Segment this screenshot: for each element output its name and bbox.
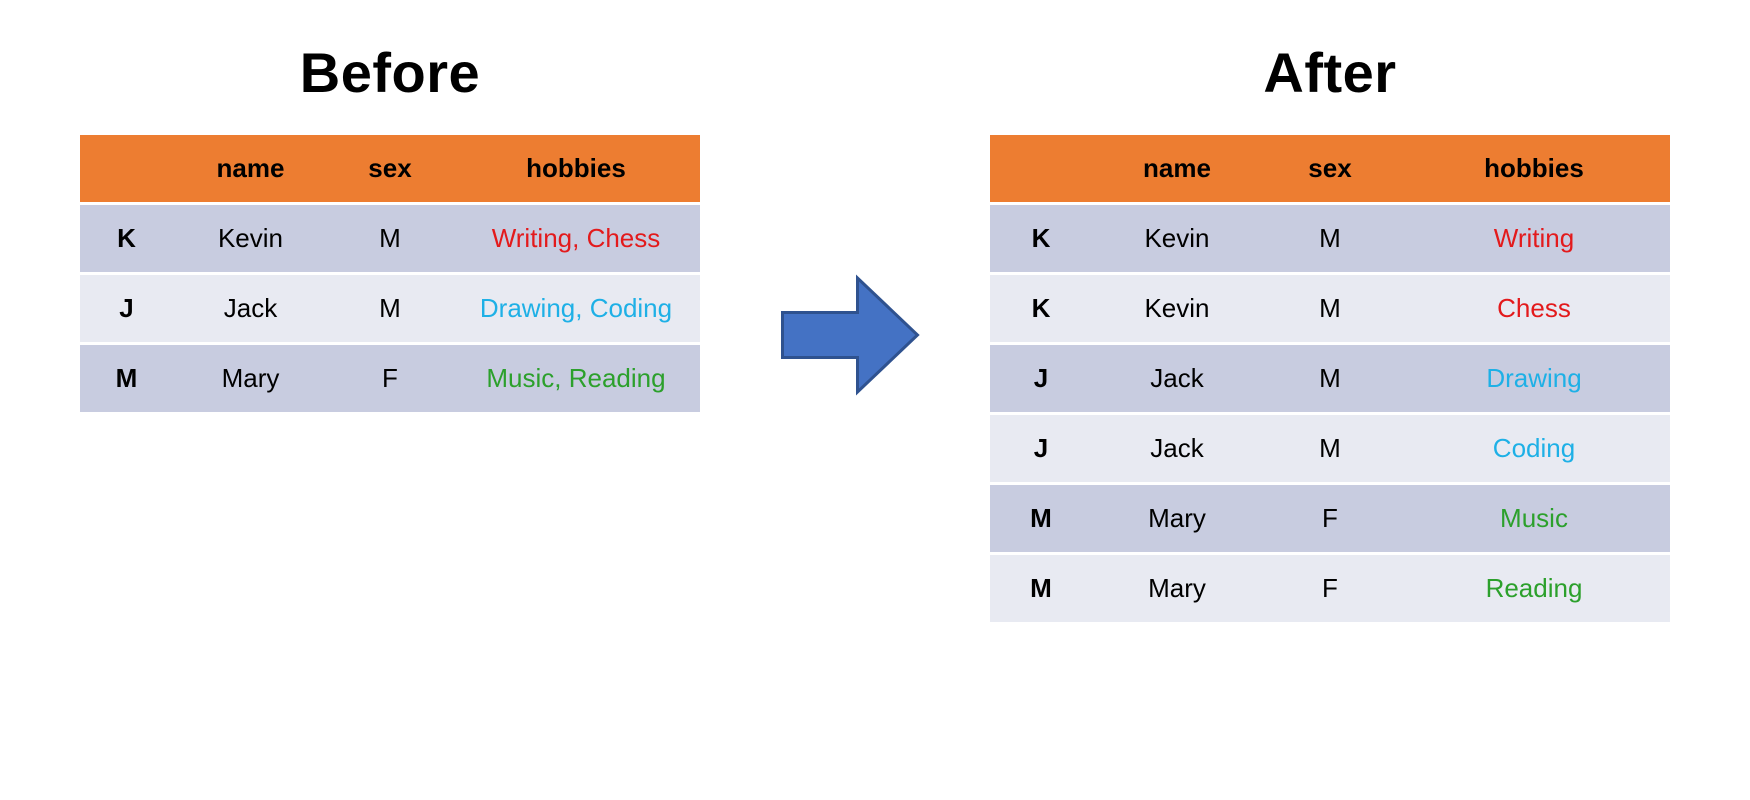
row-sex: M xyxy=(1262,204,1398,274)
row-index: K xyxy=(80,204,173,274)
row-name: Mary xyxy=(1092,554,1262,624)
row-index: K xyxy=(990,274,1092,344)
after-table: name sex hobbies KKevinMWritingKKevinMCh… xyxy=(990,135,1670,625)
row-hobbies: Music, Reading xyxy=(452,344,700,414)
col-sex: sex xyxy=(328,135,452,204)
row-name: Jack xyxy=(1092,414,1262,484)
row-hobbies: Writing, Chess xyxy=(452,204,700,274)
arrow-shape xyxy=(783,278,918,392)
row-sex: F xyxy=(1262,554,1398,624)
row-name: Kevin xyxy=(1092,204,1262,274)
row-index: K xyxy=(990,204,1092,274)
col-name: name xyxy=(173,135,328,204)
row-name: Mary xyxy=(173,344,328,414)
row-sex: F xyxy=(1262,484,1398,554)
row-hobbies: Drawing xyxy=(1398,344,1670,414)
row-hobbies: Music xyxy=(1398,484,1670,554)
row-name: Kevin xyxy=(1092,274,1262,344)
table-row: KKevinMWriting, Chess xyxy=(80,204,700,274)
table-row: MMaryFMusic xyxy=(990,484,1670,554)
row-index: J xyxy=(80,274,173,344)
before-table-head: name sex hobbies xyxy=(80,135,700,204)
row-index: J xyxy=(990,344,1092,414)
before-table: name sex hobbies KKevinMWriting, ChessJJ… xyxy=(80,135,700,415)
table-row: JJackMDrawing, Coding xyxy=(80,274,700,344)
row-sex: F xyxy=(328,344,452,414)
after-table-head: name sex hobbies xyxy=(990,135,1670,204)
row-hobbies: Chess xyxy=(1398,274,1670,344)
row-hobbies: Reading xyxy=(1398,554,1670,624)
before-title: Before xyxy=(80,40,700,105)
row-sex: M xyxy=(1262,274,1398,344)
before-pane: Before name sex hobbies KKevinMWriting, … xyxy=(80,40,700,415)
after-pane: After name sex hobbies KKevinMWritingKKe… xyxy=(990,40,1670,625)
table-row: JJackMCoding xyxy=(990,414,1670,484)
col-index xyxy=(990,135,1092,204)
row-index: M xyxy=(990,484,1092,554)
row-index: M xyxy=(80,344,173,414)
col-hobbies: hobbies xyxy=(1398,135,1670,204)
after-table-body: KKevinMWritingKKevinMChessJJackMDrawingJ… xyxy=(990,204,1670,624)
row-index: M xyxy=(990,554,1092,624)
col-index xyxy=(80,135,173,204)
col-name: name xyxy=(1092,135,1262,204)
row-sex: M xyxy=(1262,414,1398,484)
table-row: MMaryFReading xyxy=(990,554,1670,624)
row-sex: M xyxy=(328,274,452,344)
row-name: Jack xyxy=(173,274,328,344)
row-hobbies: Coding xyxy=(1398,414,1670,484)
row-sex: M xyxy=(1262,344,1398,414)
arrow-icon xyxy=(775,260,925,410)
col-hobbies: hobbies xyxy=(452,135,700,204)
row-hobbies: Writing xyxy=(1398,204,1670,274)
table-row: KKevinMWriting xyxy=(990,204,1670,274)
row-index: J xyxy=(990,414,1092,484)
table-row: JJackMDrawing xyxy=(990,344,1670,414)
row-sex: M xyxy=(328,204,452,274)
table-row: KKevinMChess xyxy=(990,274,1670,344)
row-name: Mary xyxy=(1092,484,1262,554)
row-name: Kevin xyxy=(173,204,328,274)
before-table-body: KKevinMWriting, ChessJJackMDrawing, Codi… xyxy=(80,204,700,414)
col-sex: sex xyxy=(1262,135,1398,204)
table-row: MMaryFMusic, Reading xyxy=(80,344,700,414)
row-hobbies: Drawing, Coding xyxy=(452,274,700,344)
after-title: After xyxy=(990,40,1670,105)
row-name: Jack xyxy=(1092,344,1262,414)
